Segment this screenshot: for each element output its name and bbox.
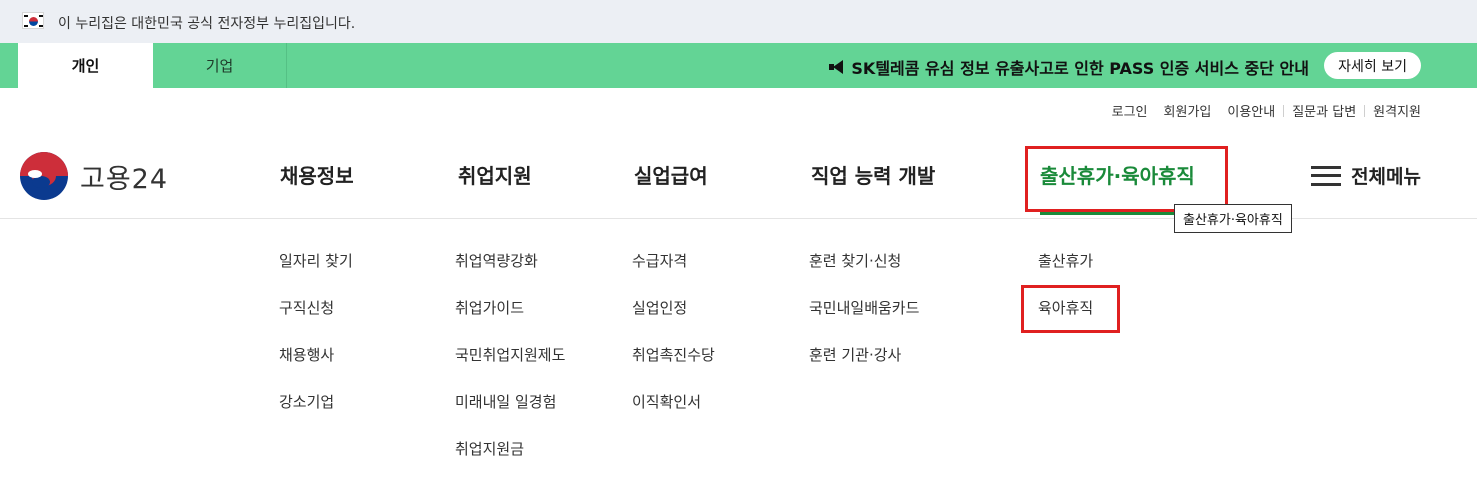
submenu-item[interactable]: 국민내일배움카드 <box>809 297 919 318</box>
nav-job-info[interactable]: 채용정보 <box>280 160 354 189</box>
submenu-item[interactable]: 훈련 기관·강사 <box>809 344 901 365</box>
submenu-item[interactable]: 채용행사 <box>279 344 334 365</box>
submenu-item[interactable]: 훈련 찾기·신청 <box>809 250 901 271</box>
nav-skills-development[interactable]: 직업 능력 개발 <box>811 160 935 189</box>
hamburger-icon <box>1311 165 1342 187</box>
nav-employment-support[interactable]: 취업지원 <box>458 160 532 189</box>
tab-corporate[interactable]: 기업 <box>153 43 287 88</box>
tab-personal[interactable]: 개인 <box>18 43 153 88</box>
submenu-item[interactable]: 구직신청 <box>279 297 334 318</box>
top-strip: 개인 기업 SK텔레콤 유심 정보 유출사고로 인한 PASS 인증 서비스 중… <box>0 43 1477 88</box>
all-menu-label: 전체메뉴 <box>1351 166 1421 188</box>
submenu-item[interactable]: 미래내일 일경험 <box>455 391 556 412</box>
submenu-item[interactable]: 수급자격 <box>632 250 687 271</box>
notice-text: SK텔레콤 유심 정보 유출사고로 인한 PASS 인증 서비스 중단 안내 <box>851 59 1309 78</box>
submenu-item[interactable]: 취업촉진수당 <box>632 344 715 365</box>
submenu-item[interactable]: 실업인정 <box>632 297 687 318</box>
submenu-item[interactable]: 취업역량강화 <box>455 250 538 271</box>
submenu-item[interactable]: 출산휴가 <box>1038 250 1093 271</box>
signup-link[interactable]: 회원가입 <box>1156 101 1220 120</box>
gov-banner: 이 누리집은 대한민국 공식 전자정부 누리집입니다. <box>0 0 1477 43</box>
submenu-item[interactable]: 이직확인서 <box>632 391 701 412</box>
notice-banner[interactable]: SK텔레콤 유심 정보 유출사고로 인한 PASS 인증 서비스 중단 안내 <box>829 55 1309 79</box>
megaphone-icon <box>829 60 845 74</box>
gov-banner-text: 이 누리집은 대한민국 공식 전자정부 누리집입니다. <box>58 16 356 32</box>
korea-flag-icon <box>22 12 44 29</box>
guide-link[interactable]: 이용안내 <box>1219 101 1283 120</box>
submenu-item[interactable]: 일자리 찾기 <box>279 250 353 271</box>
logo-text: 고용24 <box>80 163 169 195</box>
remote-support-link[interactable]: 원격지원 <box>1365 101 1421 120</box>
qna-link[interactable]: 질문과 답변 <box>1284 101 1364 120</box>
highlight-box-submenu <box>1021 285 1120 333</box>
utility-links: 로그인 회원가입 이용안내 질문과 답변 원격지원 <box>1104 101 1421 120</box>
submenu-item[interactable]: 강소기업 <box>279 391 334 412</box>
government-emblem-icon <box>20 152 68 200</box>
submenu-item[interactable]: 취업가이드 <box>455 297 524 318</box>
nav-unemployment-benefit[interactable]: 실업급여 <box>634 160 708 189</box>
highlight-box-nav <box>1025 146 1228 212</box>
submenu-item[interactable]: 국민취업지원제도 <box>455 344 565 365</box>
all-menu-button[interactable]: 전체메뉴 <box>1311 162 1421 189</box>
site-logo[interactable]: 고용24 <box>20 152 168 200</box>
login-link[interactable]: 로그인 <box>1104 101 1156 120</box>
notice-detail-button[interactable]: 자세히 보기 <box>1324 52 1421 79</box>
submenu-item[interactable]: 취업지원금 <box>455 438 524 459</box>
nav-tooltip: 출산휴가·육아휴직 <box>1174 204 1292 233</box>
